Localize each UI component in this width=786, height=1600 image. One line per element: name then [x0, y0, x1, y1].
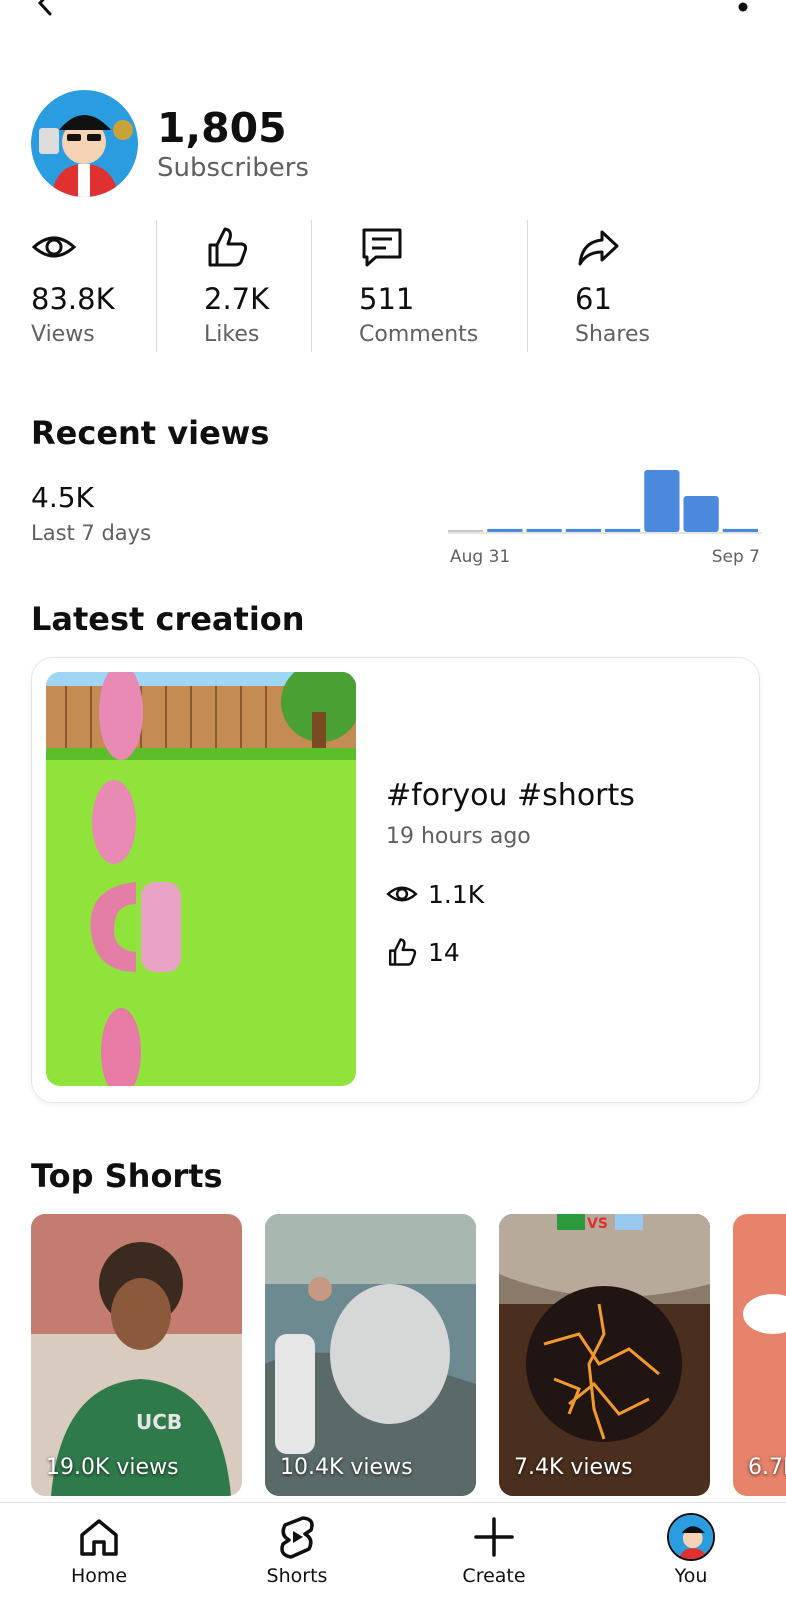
latest-creation-title: Latest creation [31, 600, 305, 638]
eye-icon [386, 886, 418, 902]
stat-value: 61 [575, 282, 612, 316]
svg-text:UCB: UCB [136, 1410, 182, 1434]
nav-create[interactable]: Create [434, 1513, 554, 1587]
stat-value: 83.8K [31, 282, 115, 316]
short-views: 6.7K views [748, 1455, 786, 1480]
short-views: 10.4K views [280, 1455, 413, 1480]
share-icon [578, 230, 619, 266]
nav-you-label: You [674, 1565, 708, 1587]
back-arrow-icon[interactable] [30, 0, 60, 18]
chart-end-label: Sep 7 [712, 547, 760, 566]
chart-bar [605, 528, 641, 532]
top-shorts-carousel[interactable]: UCB 19.0K views 10.4K views VS 7.4K view… [0, 1214, 786, 1498]
profile-avatar-icon [667, 1513, 715, 1561]
recent-views-chart[interactable]: Aug 31 Sep 7 [448, 470, 762, 566]
stat-value: 2.7K [204, 282, 270, 316]
stat-divider [527, 220, 528, 352]
home-icon [80, 1519, 118, 1556]
chart-bar [722, 528, 758, 532]
comment-icon [362, 228, 402, 267]
stat-divider [156, 220, 157, 352]
chart-bar [644, 470, 680, 532]
subscriber-count: 1,805 [157, 103, 287, 152]
latest-video-title: #foryou #shorts [386, 778, 635, 813]
stat-divider [311, 220, 312, 352]
thumbs-up-icon [388, 938, 417, 966]
latest-video-thumbnail[interactable] [46, 672, 356, 1086]
chart-start-label: Aug 31 [450, 547, 510, 566]
latest-video-likes: 14 [386, 936, 460, 968]
eye-icon [31, 236, 77, 258]
latest-video-posted: 19 hours ago [386, 824, 531, 849]
short-thumbnail[interactable]: UCB 19.0K views [31, 1214, 242, 1496]
short-thumbnail[interactable]: 10.4K views [265, 1214, 476, 1496]
latest-views-value: 1.1K [428, 879, 485, 909]
nav-home[interactable]: Home [39, 1513, 159, 1587]
more-options-icon[interactable] [738, 2, 748, 12]
stat-label: Likes [204, 322, 260, 347]
short-views: 7.4K views [514, 1455, 633, 1480]
thumbs-up-icon [208, 227, 248, 267]
short-views: 19.0K views [46, 1455, 179, 1480]
chart-bar [683, 496, 719, 532]
shorts-icon [280, 1516, 314, 1559]
top-shorts-title: Top Shorts [31, 1157, 223, 1195]
stat-label: Shares [575, 322, 650, 347]
latest-video-views: 1.1K [386, 878, 484, 910]
latest-creation-card[interactable]: #foryou #shorts 19 hours ago 1.1K 14 [31, 657, 760, 1103]
short-thumbnail[interactable]: VS 7.4K views [499, 1214, 710, 1496]
short-thumbnail[interactable]: 6.7K views [733, 1214, 786, 1496]
channel-header: 1,805 Subscribers [31, 90, 309, 197]
latest-likes-value: 14 [428, 937, 460, 967]
nav-home-label: Home [70, 1565, 128, 1587]
chart-bar [526, 528, 562, 532]
subscriber-label: Subscribers [157, 152, 309, 183]
nav-shorts[interactable]: Shorts [237, 1513, 357, 1587]
avatar[interactable] [31, 90, 138, 197]
chart-bar [565, 528, 601, 532]
top-bar [0, 0, 786, 40]
nav-create-label: Create [462, 1565, 526, 1587]
stat-value: 511 [359, 282, 415, 316]
plus-icon [474, 1517, 514, 1557]
nav-you[interactable]: You [631, 1513, 751, 1587]
recent-views-title: Recent views [31, 414, 270, 452]
stats-row: 83.8K Views 2.7K Likes 511 Comments 61 S… [0, 220, 786, 354]
recent-views-period: Last 7 days [31, 521, 152, 545]
channel-avatar-icon [31, 90, 138, 197]
chart-bar [487, 528, 523, 532]
recent-views-value: 4.5K [31, 481, 94, 514]
stat-label: Views [31, 322, 95, 347]
svg-text:VS: VS [587, 1216, 608, 1232]
nav-shorts-label: Shorts [266, 1565, 328, 1587]
stat-label: Comments [359, 322, 479, 347]
bottom-nav: Home Shorts Create You [0, 1502, 786, 1600]
chart-bar [448, 530, 484, 532]
